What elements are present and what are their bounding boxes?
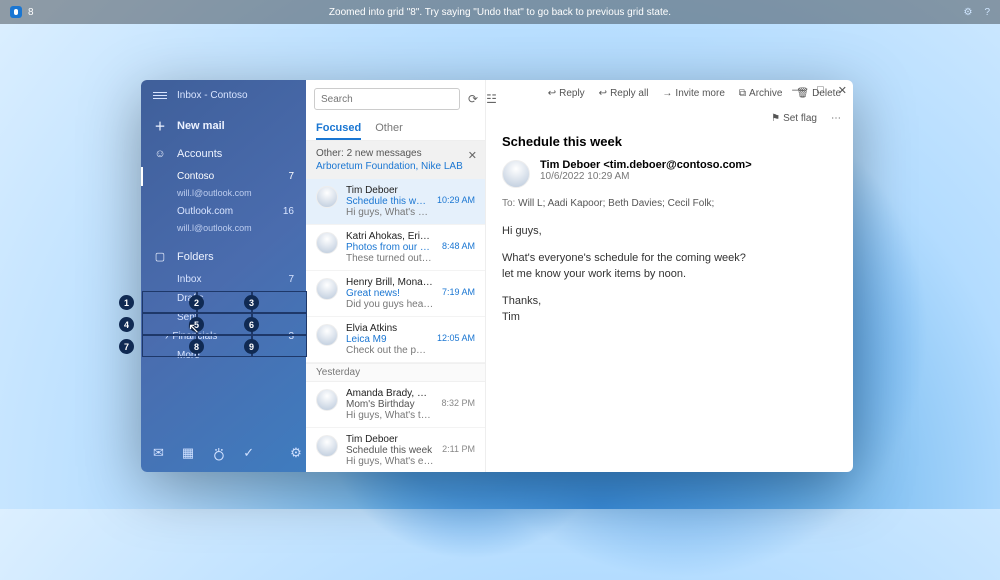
grid-badge-4: 4 [119,317,134,332]
todo-icon[interactable]: ✓ [243,445,254,464]
folder-financials[interactable]: ›Financials3 [141,327,306,346]
mic-icon[interactable] [10,6,22,18]
settings-icon[interactable]: ⚙ [963,7,972,18]
list-item[interactable]: Tim DeboerSchedule this weekHi guys, Wha… [306,428,485,472]
maximize-button[interactable]: □ [817,84,824,97]
list-item[interactable]: Henry Brill, Mona Kane, Cecil FGreat new… [306,271,485,317]
more-actions-button[interactable]: ⋯ [831,113,841,124]
invite-button[interactable]: → Invite more [662,88,724,99]
chevron-right-icon: › [165,331,168,342]
reply-all-button[interactable]: ↩ Reply all [599,88,649,99]
list-item[interactable]: Katri Ahokas, Erik NasonPhotos from our … [306,225,485,271]
folder-drafts[interactable]: Drafts [141,289,306,308]
people-icon[interactable]: ⛣ [212,445,225,464]
message-list[interactable]: Tim DeboerSchedule this weekHi guys, Wha… [306,179,485,472]
mail-body: Hi guys, What's everyone's schedule for … [502,223,837,326]
grid-badge-7: 7 [119,339,134,354]
avatar [502,160,530,188]
calendar-icon[interactable]: ▦ [182,445,194,464]
reply-button[interactable]: ↩ Reply [548,88,585,99]
folder-more[interactable]: More [141,346,306,365]
voice-access-bar: 8 Zoomed into grid "8". Try saying "Undo… [0,0,1000,24]
close-icon[interactable]: ✕ [468,149,477,163]
close-button[interactable]: ✕ [838,84,847,97]
settings-icon[interactable]: ⚙ [290,445,302,464]
sender-name: Tim Deboer <tim.deboer@contoso.com> [540,159,752,171]
mail-window: Inbox - Contoso ＋ New mail ☺ Accounts Co… [141,80,853,472]
help-icon[interactable]: ? [984,7,990,18]
bottom-bar: ✉ ▦ ⛣ ✓ ⚙ [141,437,306,472]
to-line: To: Will L; Aadi Kapoor; Beth Davies; Ce… [502,198,837,209]
flag-button[interactable]: ⚑ Set flag [771,113,817,124]
folder-icon: ▢ [153,250,167,263]
list-item[interactable]: Elvia AtkinsLeica M9Check out the photos… [306,317,485,363]
list-item[interactable]: Tim DeboerSchedule this weekHi guys, Wha… [306,179,485,225]
new-mail-button[interactable]: ＋ New mail [141,111,306,141]
tab-focused[interactable]: Focused [316,118,361,140]
reading-pane: — □ ✕ ↩ Reply ↩ Reply all → Invite more … [486,80,853,472]
refresh-icon[interactable]: ⟳ [468,91,478,107]
archive-button[interactable]: ⧉ Archive [739,88,783,99]
mail-icon[interactable]: ✉ [153,445,164,464]
plus-icon: ＋ [153,118,167,134]
list-item[interactable]: Amanda Brady, Daisy PhillipsMom's Birthd… [306,382,485,428]
other-banner[interactable]: Other: 2 new messages Arboretum Foundati… [306,141,485,179]
avatar [316,278,338,300]
date-divider: Yesterday [306,363,485,382]
grid-badge-1: 1 [119,295,134,310]
avatar [316,435,338,457]
message-list-pane: ⟳ ☳ Focused Other Other: 2 new messages … [306,80,486,472]
search-input[interactable] [314,88,460,110]
avatar [316,186,338,208]
person-icon: ☺ [153,148,167,160]
avatar [316,324,338,346]
voice-hint: Zoomed into grid "8". Try saying "Undo t… [329,7,671,18]
sent-date: 10/6/2022 10:29 AM [540,171,752,182]
avatar [316,232,338,254]
account-contoso-email: will.l@outlook.com [141,184,306,202]
sidebar: Inbox - Contoso ＋ New mail ☺ Accounts Co… [141,80,306,472]
folders-header[interactable]: ▢ Folders [141,243,306,270]
minimize-button[interactable]: — [792,84,803,97]
accounts-header[interactable]: ☺ Accounts [141,141,306,167]
window-controls: — □ ✕ [792,84,847,97]
mic-count: 8 [28,7,34,18]
folder-inbox[interactable]: Inbox7 [141,270,306,289]
avatar [316,389,338,411]
folder-sent[interactable]: Sent [141,308,306,327]
hamburger-icon[interactable] [153,90,167,101]
account-outlook-email: will.l@outlook.com [141,219,306,237]
tab-other[interactable]: Other [375,118,403,140]
window-titlebar: Inbox - Contoso [141,80,306,111]
window-title: Inbox - Contoso [177,90,248,101]
mail-subject: Schedule this week [502,134,837,149]
